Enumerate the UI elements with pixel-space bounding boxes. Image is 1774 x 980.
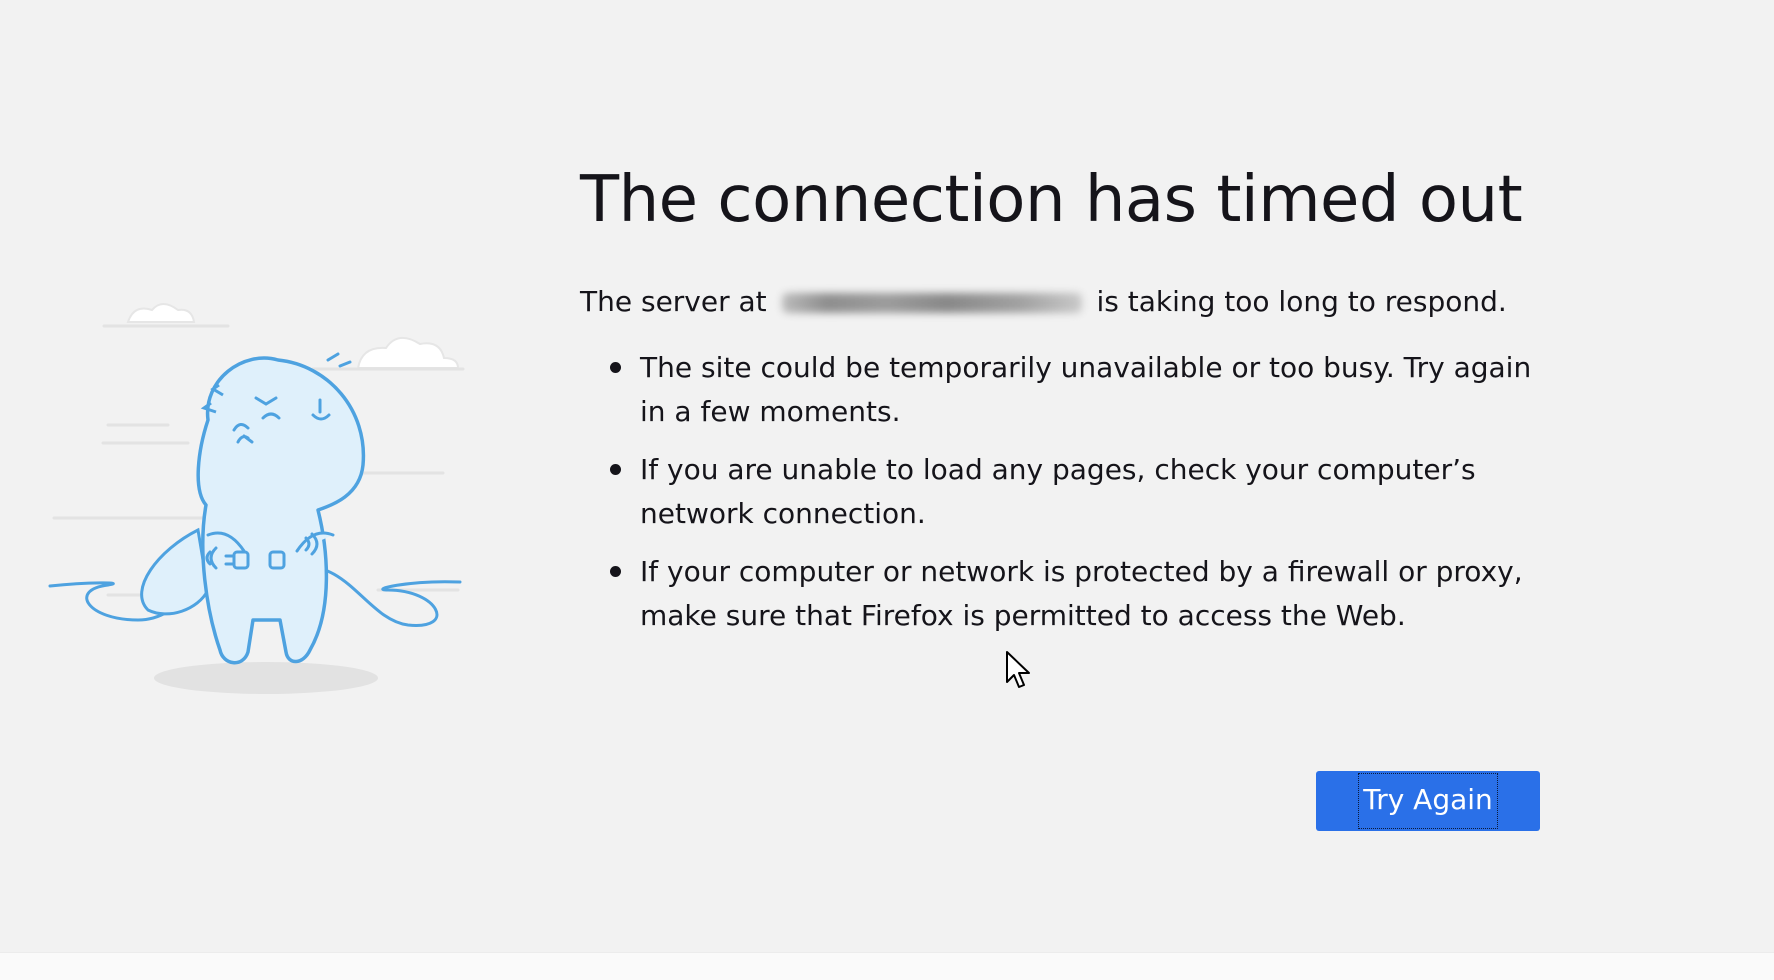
list-item: The site could be temporarily unavailabl…	[610, 346, 1540, 434]
try-again-button[interactable]: Try Again	[1316, 771, 1540, 831]
error-page: The connection has timed out The server …	[0, 0, 1774, 952]
troubleshooting-tips-list: The site could be temporarily unavailabl…	[580, 346, 1540, 638]
error-description: The server at is taking too long to resp…	[580, 280, 1540, 324]
intro-text-after: is taking too long to respond.	[1096, 285, 1507, 318]
list-item: If your computer or network is protected…	[610, 550, 1540, 638]
bottom-edge	[0, 952, 1774, 980]
mouse-pointer-icon	[1006, 651, 1030, 688]
unplugged-dinosaur-illustration	[48, 303, 465, 694]
tip-text: If you are unable to load any pages, che…	[640, 453, 1476, 530]
bullet-icon	[610, 566, 621, 577]
redacted-hostname	[781, 293, 1082, 313]
error-content: The connection has timed out The server …	[580, 160, 1540, 652]
cloud-icon	[126, 303, 460, 369]
tip-text: The site could be temporarily unavailabl…	[640, 351, 1532, 428]
intro-text-before: The server at	[580, 285, 767, 318]
bullet-icon	[610, 464, 621, 475]
bullet-icon	[610, 362, 621, 373]
tip-text: If your computer or network is protected…	[640, 555, 1523, 632]
try-again-label: Try Again	[1358, 773, 1498, 829]
page-title: The connection has timed out	[580, 163, 1523, 237]
list-item: If you are unable to load any pages, che…	[610, 448, 1540, 536]
